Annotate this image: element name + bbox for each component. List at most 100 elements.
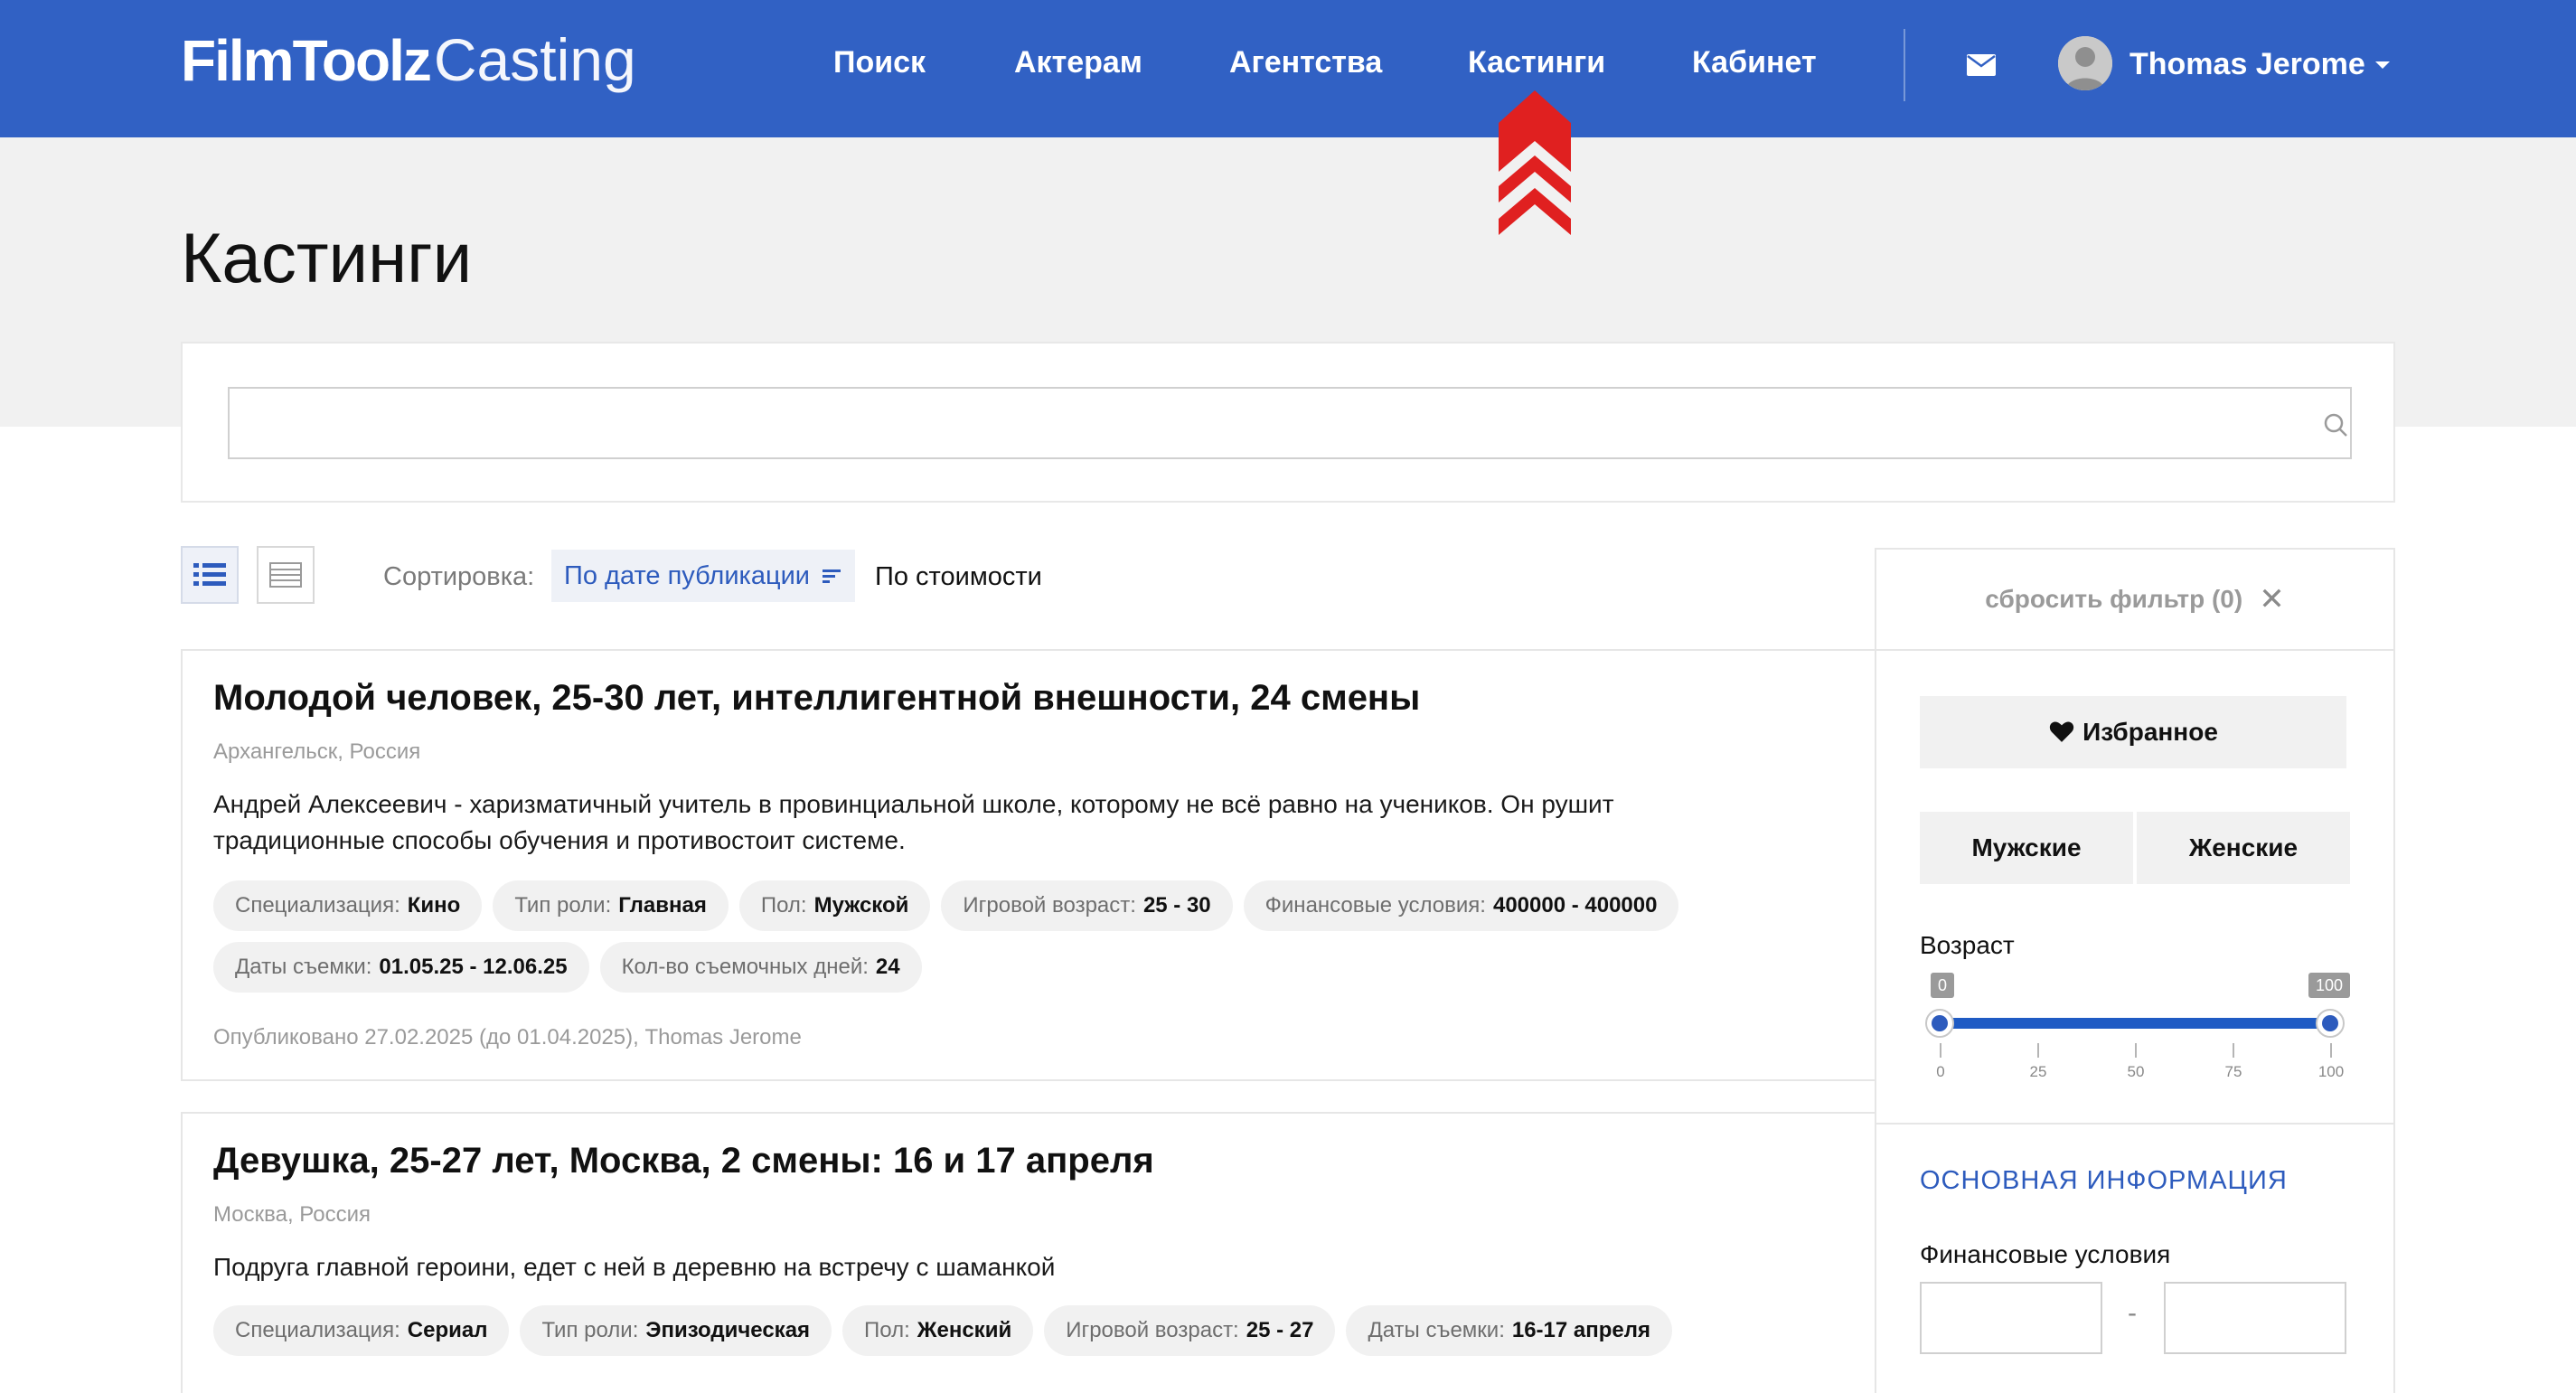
tag-label: Специализация: — [235, 893, 400, 918]
brand-logo[interactable]: FilmToolz Casting — [181, 25, 636, 98]
tag-specialization: Специализация: Кино — [213, 880, 483, 931]
casting-card[interactable]: Молодой человек, 25-30 лет, интеллигентн… — [181, 649, 2016, 1081]
age-tick — [2233, 1043, 2234, 1058]
nav-divider — [1904, 29, 1905, 101]
tag-label: Финансовые условия: — [1264, 893, 1486, 918]
finance-max-input[interactable] — [2164, 1282, 2346, 1354]
search-input[interactable] — [228, 387, 2352, 459]
list-view-icon — [193, 563, 226, 586]
tag-value: 400000 - 400000 — [1492, 893, 1658, 918]
age-min-handle[interactable] — [1925, 1009, 1954, 1038]
nav-castings[interactable]: Кастинги — [1468, 45, 1605, 80]
nav-search[interactable]: Поиск — [833, 45, 926, 80]
tag-label: Игровой возраст: — [963, 893, 1136, 918]
tag-role-type: Тип роли: Главная — [493, 880, 729, 931]
top-navbar: FilmToolz Casting Поиск Актерам Агентств… — [0, 0, 2576, 137]
table-view-button[interactable] — [257, 546, 315, 604]
casting-location: Архангельск, Россия — [213, 739, 421, 764]
tag-gender: Пол: Женский — [842, 1305, 1034, 1356]
favorites-filter-button[interactable]: Избранное — [1920, 696, 2346, 768]
main-info-section-title[interactable]: ОСНОВНАЯ ИНФОРМАЦИЯ — [1920, 1166, 2288, 1196]
tag-shoot-dates: Даты съемки: 16-17 апреля — [1346, 1305, 1673, 1356]
tag-shoot-dates: Даты съемки: 01.05.25 - 12.06.25 — [213, 942, 589, 993]
finance-min-input[interactable] — [1920, 1282, 2102, 1354]
tag-value: Мужской — [813, 893, 909, 918]
heart-icon — [2049, 721, 2074, 742]
tag-label: Пол: — [760, 893, 807, 918]
female-filter-button[interactable]: Женские — [2137, 812, 2350, 884]
tag-label: Тип роли: — [541, 1318, 639, 1342]
user-avatar[interactable] — [2058, 36, 2112, 90]
casting-title[interactable]: Девушка, 25-27 лет, Москва, 2 смены: 16 … — [213, 1141, 1154, 1181]
tag-label: Даты съемки: — [235, 955, 372, 979]
age-tick — [1940, 1043, 1941, 1058]
sidebar-divider — [1876, 1123, 2393, 1125]
age-tick-label: 50 — [2127, 1063, 2145, 1080]
brand-logo-bold: FilmToolz — [181, 28, 432, 93]
age-tick — [2330, 1043, 2332, 1058]
casting-description: Андрей Алексеевич - харизматичный учител… — [213, 790, 1614, 854]
finance-range-dash: - — [2128, 1298, 2137, 1328]
page-title: Кастинги — [181, 218, 473, 297]
age-range-track[interactable] — [1940, 1018, 2330, 1029]
tag-label: Пол: — [864, 1318, 910, 1342]
tag-finance: Финансовые условия: 400000 - 400000 — [1243, 880, 1679, 931]
filter-sidebar: сбросить фильтр (0) ✕ Избранное Мужские … — [1875, 548, 2395, 1393]
sort-by-date-button[interactable]: По дате публикации — [551, 550, 856, 602]
casting-card[interactable]: Девушка, 25-27 лет, Москва, 2 смены: 16 … — [181, 1112, 2016, 1393]
age-filter-label: Возраст — [1920, 931, 2015, 959]
age-min-badge: 0 — [1931, 973, 1955, 998]
search-icon[interactable] — [2323, 412, 2348, 438]
nav-cabinet[interactable]: Кабинет — [1692, 45, 1817, 80]
age-tick-label: 0 — [1936, 1063, 1945, 1080]
tag-value: Женский — [917, 1318, 1012, 1342]
tag-value: Эпизодическая — [645, 1318, 811, 1342]
casting-tags: Специализация: Сериал Тип роли: Эпизодичес… — [213, 1305, 1931, 1356]
casting-description: Подруга главной героини, едет с ней в де… — [213, 1253, 1056, 1281]
tag-role-type: Тип роли: Эпизодическая — [520, 1305, 832, 1356]
brand-logo-light: Casting — [433, 26, 636, 93]
sort-desc-icon — [823, 569, 841, 583]
finance-filter-label: Финансовые условия — [1920, 1240, 2171, 1268]
tag-value: 16-17 апреля — [1511, 1318, 1651, 1342]
tag-gender: Пол: Мужской — [738, 880, 931, 931]
user-name[interactable]: Thomas Jerome — [2129, 47, 2365, 82]
reset-filter-label: сбросить фильтр (0) — [1985, 585, 2243, 613]
age-tick — [2135, 1043, 2137, 1058]
casting-tags: Специализация: Кино Тип роли: Главная Пол:… — [213, 880, 1931, 993]
nav-agencies[interactable]: Агентства — [1229, 45, 1382, 80]
casting-location: Москва, Россия — [213, 1202, 371, 1227]
tag-value: 01.05.25 - 12.06.25 — [379, 955, 568, 979]
casting-meta: Опубликовано 27.02.2025 (до 01.04.2025),… — [213, 1025, 802, 1049]
tag-shoot-days: Кол-во съемочных дней: 24 — [599, 942, 922, 993]
age-tick — [2037, 1043, 2039, 1058]
casting-title[interactable]: Молодой человек, 25-30 лет, интеллигентн… — [213, 678, 1420, 719]
tag-value: Главная — [618, 893, 707, 918]
tag-label: Даты съемки: — [1368, 1318, 1505, 1342]
tag-value: Сериал — [407, 1318, 488, 1342]
active-nav-marker-icon — [1499, 90, 1571, 235]
list-view-button[interactable] — [181, 546, 239, 604]
reset-filter-button[interactable]: сбросить фильтр (0) ✕ — [1876, 550, 2393, 651]
mail-icon[interactable] — [1967, 54, 1996, 76]
tag-specialization: Специализация: Сериал — [213, 1305, 510, 1356]
tag-value: Кино — [407, 893, 461, 918]
age-tick-label: 75 — [2224, 1063, 2242, 1080]
age-max-handle[interactable] — [2316, 1009, 2345, 1038]
tag-play-age: Игровой возраст: 25 - 30 — [941, 880, 1233, 931]
chevron-down-icon[interactable] — [2375, 61, 2390, 69]
tag-label: Тип роли: — [514, 893, 612, 918]
sort-by-price-button[interactable]: По стоимости — [875, 562, 1042, 592]
tag-label: Специализация: — [235, 1318, 400, 1342]
nav-actors[interactable]: Актерам — [1014, 45, 1142, 80]
close-icon: ✕ — [2259, 582, 2285, 616]
age-tick-label: 25 — [2029, 1063, 2047, 1080]
tag-value: 25 - 27 — [1246, 1318, 1314, 1342]
age-max-badge: 100 — [2308, 973, 2351, 998]
male-filter-button[interactable]: Мужские — [1920, 812, 2133, 884]
user-silhouette-icon — [2058, 36, 2112, 90]
tag-value: 25 - 30 — [1142, 893, 1211, 918]
sort-by-date-label: По дате публикации — [564, 560, 811, 590]
tag-label: Игровой возраст: — [1066, 1318, 1239, 1342]
tag-value: 24 — [875, 955, 900, 979]
